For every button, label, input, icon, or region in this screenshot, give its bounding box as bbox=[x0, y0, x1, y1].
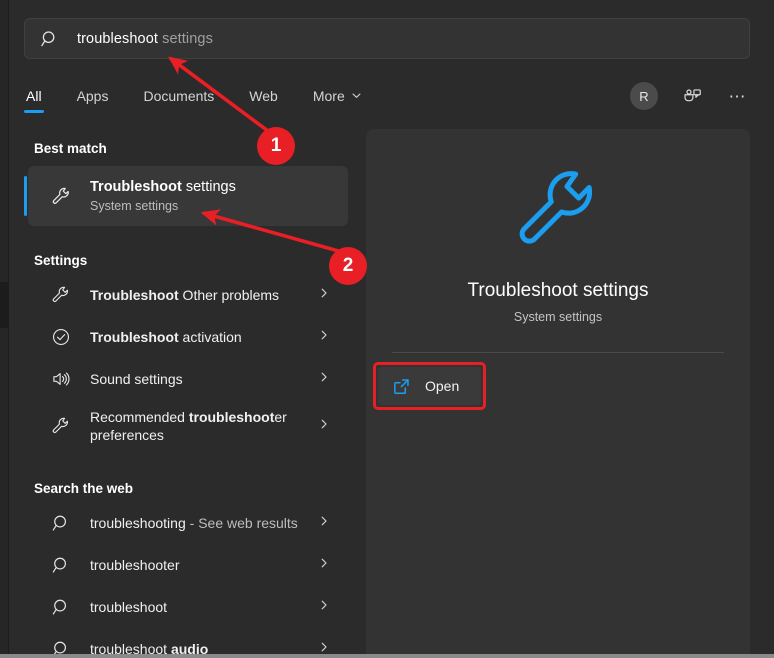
result-item-best-match-troubleshoot-settings[interactable]: Troubleshoot settings System settings bbox=[28, 166, 348, 226]
window-bottom-edge bbox=[0, 654, 774, 658]
avatar-initial: R bbox=[639, 89, 648, 104]
window-left-edge-notch bbox=[0, 282, 9, 328]
result-item-label: Sound settings bbox=[90, 370, 310, 388]
result-preview-pane: Troubleshoot settings System settings Op… bbox=[366, 129, 750, 658]
result-item-recommended-troubleshooter-preferences[interactable]: Recommended troubleshooter preferences bbox=[28, 400, 348, 452]
preview-subtitle: System settings bbox=[366, 310, 750, 324]
chevron-right-icon[interactable] bbox=[318, 286, 332, 304]
preview-actions: Open bbox=[366, 367, 750, 405]
chevron-down-icon bbox=[351, 88, 362, 104]
best-match-title: Troubleshoot settings bbox=[90, 178, 236, 197]
tab-web[interactable]: Web bbox=[247, 81, 280, 111]
tab-apps-label: Apps bbox=[77, 88, 109, 104]
result-item-label: troubleshoot bbox=[90, 598, 310, 616]
tabs-right-controls: R ⋯ bbox=[630, 78, 750, 114]
tab-more-label: More bbox=[313, 88, 345, 104]
search-results-list: Best match Troubleshoot settings System … bbox=[10, 126, 356, 658]
result-label-bold: troubleshoot bbox=[189, 409, 275, 425]
tab-all[interactable]: All bbox=[24, 81, 44, 111]
wrench-icon bbox=[50, 284, 72, 306]
chevron-right-icon[interactable] bbox=[318, 370, 332, 388]
wrench-icon bbox=[50, 415, 72, 437]
windows-search-panel: troubleshoot settings All Apps Documents… bbox=[0, 0, 774, 658]
result-item-web-troubleshooting[interactable]: troubleshooting - See web results bbox=[28, 502, 348, 544]
search-input-suggestion-text: settings bbox=[158, 31, 213, 47]
tab-more[interactable]: More bbox=[311, 81, 364, 111]
section-header-search-the-web: Search the web bbox=[10, 474, 356, 502]
result-label-rest: Sound settings bbox=[90, 371, 183, 387]
result-label-bold: Troubleshoot bbox=[90, 329, 179, 345]
wrench-icon bbox=[50, 185, 72, 207]
best-match-title-rest: settings bbox=[182, 179, 236, 195]
chevron-right-icon[interactable] bbox=[318, 417, 332, 435]
chevron-right-icon[interactable] bbox=[318, 328, 332, 346]
result-label-rest: troubleshooting bbox=[90, 515, 186, 531]
result-label-pre: Recommended bbox=[90, 409, 189, 425]
search-icon bbox=[41, 30, 59, 48]
check-circle-icon bbox=[50, 326, 72, 348]
avatar[interactable]: R bbox=[630, 82, 658, 110]
result-label-rest: Other problems bbox=[179, 287, 279, 303]
result-label-suffix: - See web results bbox=[186, 515, 298, 531]
ellipsis-icon[interactable]: ⋯ bbox=[726, 84, 750, 108]
tab-apps[interactable]: Apps bbox=[75, 81, 111, 111]
open-button-label: Open bbox=[425, 378, 459, 394]
search-icon bbox=[50, 512, 72, 534]
tab-documents-label: Documents bbox=[143, 88, 214, 104]
section-header-best-match: Best match bbox=[10, 134, 356, 162]
search-input-typed-text: troubleshoot bbox=[77, 31, 158, 47]
wrench-icon bbox=[510, 163, 606, 259]
result-item-sound-settings[interactable]: Sound settings bbox=[28, 358, 348, 400]
result-label-bold: Troubleshoot bbox=[90, 287, 179, 303]
best-match-title-bold: Troubleshoot bbox=[90, 179, 182, 195]
tab-web-label: Web bbox=[249, 88, 278, 104]
open-button[interactable]: Open bbox=[378, 367, 481, 405]
result-item-label: Recommended troubleshooter preferences bbox=[90, 408, 310, 444]
chevron-right-icon[interactable] bbox=[318, 514, 332, 532]
search-input[interactable]: troubleshoot settings bbox=[24, 18, 750, 59]
tab-documents[interactable]: Documents bbox=[141, 81, 216, 111]
result-label-rest: troubleshoot bbox=[90, 599, 167, 615]
preview-divider bbox=[392, 352, 724, 353]
result-label-rest: troubleshooter bbox=[90, 557, 180, 573]
result-item-label: Troubleshoot activation bbox=[90, 328, 310, 346]
window-top-edge bbox=[9, 0, 774, 9]
tab-all-label: All bbox=[26, 88, 42, 104]
feedback-chat-icon[interactable] bbox=[680, 84, 704, 108]
preview-title: Troubleshoot settings bbox=[366, 279, 750, 303]
result-item-troubleshoot-activation[interactable]: Troubleshoot activation bbox=[28, 316, 348, 358]
best-match-texts: Troubleshoot settings System settings bbox=[90, 178, 236, 215]
chevron-right-icon[interactable] bbox=[318, 598, 332, 616]
result-item-web-troubleshooter[interactable]: troubleshooter bbox=[28, 544, 348, 586]
result-label-rest: activation bbox=[179, 329, 242, 345]
result-item-troubleshoot-other-problems[interactable]: Troubleshoot Other problems bbox=[28, 274, 348, 316]
result-item-label: Troubleshoot Other problems bbox=[90, 286, 310, 304]
section-header-settings: Settings bbox=[10, 246, 356, 274]
search-icon bbox=[50, 554, 72, 576]
best-match-subtitle: System settings bbox=[90, 198, 236, 215]
result-item-label: troubleshooter bbox=[90, 556, 310, 574]
speaker-icon bbox=[50, 368, 72, 390]
result-item-label: troubleshooting - See web results bbox=[90, 514, 310, 532]
search-filter-tabs: All Apps Documents Web More R bbox=[24, 78, 750, 114]
window-left-edge bbox=[0, 0, 9, 658]
result-item-web-troubleshoot[interactable]: troubleshoot bbox=[28, 586, 348, 628]
search-icon bbox=[50, 596, 72, 618]
external-link-icon bbox=[392, 377, 411, 396]
chevron-right-icon[interactable] bbox=[318, 556, 332, 574]
